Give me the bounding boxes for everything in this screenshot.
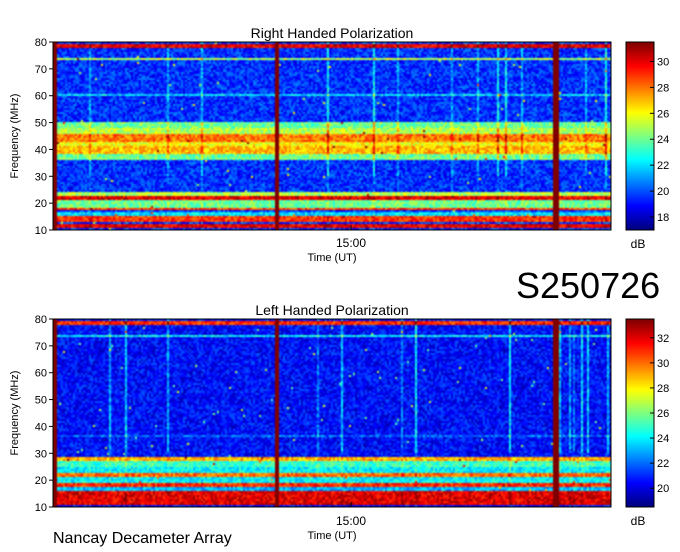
y-tick-label: 70	[35, 341, 47, 353]
y-tick-label: 60	[35, 368, 47, 380]
colorbar-tick-label: 20	[657, 483, 669, 495]
station-code-label: S250726	[516, 265, 661, 306]
y-tick-label: 10	[35, 225, 47, 237]
colorbar-label-right: dB	[631, 237, 646, 251]
x-tick-label-right: 15:00	[336, 236, 366, 250]
instrument-name-label: Nancay Decameter Array	[53, 530, 232, 547]
chart-title-left: Left Handed Polarization	[255, 302, 408, 318]
left-spectrogram-image	[53, 319, 611, 507]
left-y-axis: 10 20 30 40 50 60 70 80	[35, 314, 53, 514]
y-tick-label: 20	[35, 475, 47, 487]
y-tick-label: 50	[35, 118, 47, 130]
colorbar-tick-label: 26	[657, 408, 669, 420]
colorbar-tick-label: 32	[657, 333, 669, 345]
y-tick-label: 50	[35, 395, 47, 407]
right-colorbar	[626, 42, 654, 230]
colorbar-label-left: dB	[631, 514, 646, 528]
y-tick-label: 40	[35, 144, 47, 156]
colorbar-tick-label: 20	[657, 186, 669, 198]
y-tick-label: 10	[35, 502, 47, 514]
y-axis-label-left: Frequency (MHz)	[9, 371, 21, 456]
colorbar-tick-label: 30	[657, 358, 669, 370]
y-tick-label: 30	[35, 171, 47, 183]
colorbar-tick-label: 24	[657, 433, 669, 445]
right-spectrogram-image	[53, 42, 611, 230]
y-tick-label: 20	[35, 198, 47, 210]
right-polarization-panel: Right Handed Polarization 10 20 30 40 50 60 70…	[9, 25, 669, 264]
x-axis-label-left: Time (UT)	[307, 530, 356, 542]
colorbar-tick-label: 28	[657, 383, 669, 395]
x-axis-label-right: Time (UT)	[307, 252, 356, 264]
chart-title-right: Right Handed Polarization	[251, 25, 414, 41]
colorbar-tick-label: 26	[657, 108, 669, 120]
y-tick-label: 40	[35, 421, 47, 433]
colorbar-tick-label: 30	[657, 56, 669, 68]
colorbar-tick-label: 28	[657, 82, 669, 94]
colorbar-tick-label: 22	[657, 160, 669, 172]
y-tick-label: 30	[35, 448, 47, 460]
left-polarization-panel: Left Handed Polarization 10 20 30 40 50 60 70 8…	[9, 302, 669, 542]
left-colorbar	[626, 319, 654, 507]
y-axis-label-right: Frequency (MHz)	[9, 94, 21, 179]
y-tick-label: 80	[35, 37, 47, 49]
colorbar-tick-label: 18	[657, 212, 669, 224]
right-y-axis: 10 20 30 40 50 60 70 80	[35, 37, 53, 237]
y-tick-label: 80	[35, 314, 47, 326]
y-tick-label: 70	[35, 64, 47, 76]
x-tick-label-left: 15:00	[336, 514, 366, 528]
colorbar-tick-label: 22	[657, 458, 669, 470]
colorbar-tick-label: 24	[657, 134, 669, 146]
y-tick-label: 60	[35, 91, 47, 103]
